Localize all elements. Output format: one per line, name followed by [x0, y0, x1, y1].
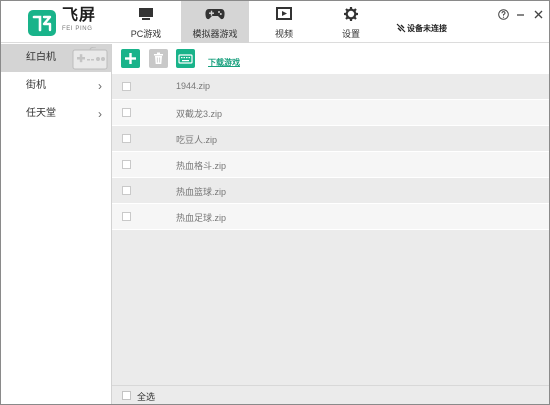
file-name: 热血足球.zip [176, 213, 227, 223]
app-logo-icon [28, 10, 56, 36]
file-row[interactable]: 吃豆人.zip [112, 126, 549, 152]
sidebar-item-nes-label: 红白机 [26, 52, 56, 63]
file-row[interactable]: 热血格斗.zip [112, 152, 549, 178]
file-name: 1944.zip [176, 81, 211, 91]
tab-settings-label: 设置 [341, 29, 360, 39]
file-row[interactable]: 双截龙3.zip [112, 100, 549, 126]
select-all-checkbox[interactable] [122, 391, 131, 400]
file-row[interactable]: 热血足球.zip [112, 204, 549, 230]
file-name: 吃豆人.zip [176, 135, 218, 145]
tab-pc-games[interactable]: PC游戏 [112, 1, 180, 43]
sidebar-item-arcade-label: 街机 [26, 80, 46, 91]
monitor-icon [139, 8, 153, 20]
brand-name-cn: 飞屏 [62, 7, 97, 24]
select-all-label[interactable]: 全选 [137, 390, 155, 403]
nes-controller-icon [72, 47, 108, 70]
sidebar-item-nes[interactable]: 红白机 [1, 44, 111, 72]
file-list: 1944.zip 双截龙3.zip 吃豆人.zip 热血格斗.zip 热血篮球.… [112, 74, 549, 230]
file-checkbox[interactable] [122, 212, 131, 221]
help-icon[interactable] [497, 8, 510, 21]
gear-icon [344, 7, 358, 21]
tab-emulator-games-label: 模拟器游戏 [192, 29, 238, 39]
keyboard-icon[interactable] [176, 49, 195, 68]
brand-name-en: FEI PING [62, 26, 93, 32]
gamepad-icon [205, 9, 225, 20]
file-row[interactable]: 1944.zip [112, 74, 549, 100]
file-checkbox[interactable] [122, 160, 131, 169]
file-checkbox[interactable] [122, 82, 131, 91]
file-name: 热血篮球.zip [176, 187, 227, 197]
minimize-icon[interactable] [514, 8, 527, 21]
top-bar: 飞屏 FEI PING PC游戏 模拟器游戏 视频 设置 设备未连接 [1, 1, 549, 43]
sidebar: 红白机 街机 › 任天堂 › [1, 44, 112, 404]
sidebar-item-nintendo-label: 任天堂 [26, 108, 56, 119]
file-checkbox[interactable] [122, 186, 131, 195]
tab-pc-games-label: PC游戏 [130, 29, 162, 39]
chevron-right-icon: › [98, 79, 102, 93]
file-checkbox[interactable] [122, 108, 131, 117]
device-status[interactable]: 设备未连接 [396, 23, 447, 34]
toolbar: 下载游戏 [112, 44, 549, 74]
device-status-label: 设备未连接 [407, 24, 447, 33]
video-icon [276, 7, 292, 20]
main-panel: 下载游戏 1944.zip 双截龙3.zip 吃豆人.zip 热血格斗.zip … [112, 44, 549, 404]
sidebar-item-nintendo[interactable]: 任天堂 › [1, 100, 111, 128]
file-name: 双截龙3.zip [176, 109, 223, 119]
trash-icon[interactable] [149, 49, 168, 68]
disconnected-icon [396, 23, 406, 33]
app-window: 飞屏 FEI PING PC游戏 模拟器游戏 视频 设置 设备未连接 红白机 街… [0, 0, 550, 405]
tab-emulator-games[interactable]: 模拟器游戏 [181, 1, 249, 43]
tab-video-label: 视频 [274, 29, 293, 39]
tab-settings[interactable]: 设置 [317, 1, 385, 43]
close-icon[interactable] [532, 8, 545, 21]
file-name: 热血格斗.zip [176, 161, 227, 171]
sidebar-item-arcade[interactable]: 街机 › [1, 72, 111, 100]
footer-bar: 全选 [112, 385, 549, 404]
tab-video[interactable]: 视频 [250, 1, 318, 43]
download-games-link[interactable]: 下载游戏 [208, 57, 240, 68]
file-checkbox[interactable] [122, 134, 131, 143]
plus-icon[interactable] [121, 49, 140, 68]
chevron-right-icon: › [98, 107, 102, 121]
file-row[interactable]: 热血篮球.zip [112, 178, 549, 204]
brand: 飞屏 FEI PING [62, 7, 96, 33]
